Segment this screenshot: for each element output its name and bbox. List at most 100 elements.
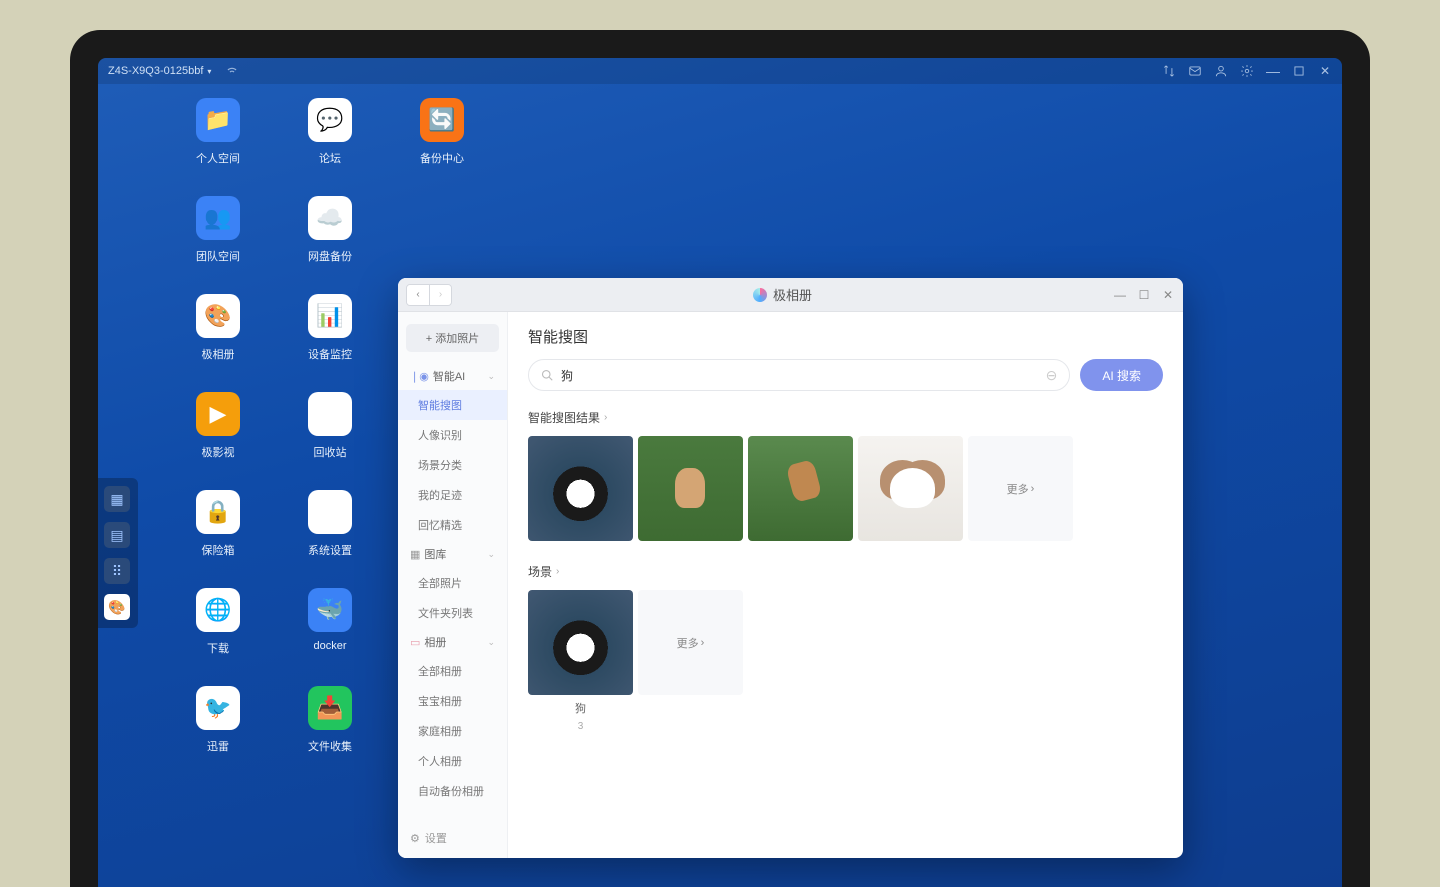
desktop-icon-极相册[interactable]: 🎨 极相册: [188, 294, 248, 362]
desktop-icon-团队空间[interactable]: 👥团队空间: [188, 196, 248, 264]
sidebar-section-albums[interactable]: ▭ 相册 ⌄: [398, 628, 507, 656]
desktop-icon-label: 备份中心: [420, 150, 464, 166]
app-tile-icon: 👥: [196, 196, 240, 240]
more-label: 更多: [677, 635, 699, 651]
result-thumb[interactable]: [638, 436, 743, 541]
desktop-icon-label: 个人空间: [196, 150, 240, 166]
sidebar-section-ai[interactable]: ❘◉ 智能AI ⌄: [398, 362, 507, 390]
desktop-icon-label: 文件收集: [308, 738, 352, 754]
add-photos-button[interactable]: + 添加照片: [406, 324, 499, 352]
win-minimize-button[interactable]: —: [1113, 288, 1127, 302]
desktop-icon-系统设置[interactable]: ⚙系统设置: [300, 490, 360, 558]
more-results-button[interactable]: 更多 ›: [968, 436, 1073, 541]
hostname-label: Z4S-X9Q3-0125bbf: [108, 65, 203, 77]
sidebar-item-folders[interactable]: 文件夹列表: [398, 598, 507, 628]
sidebar-settings-button[interactable]: ⚙ 设置: [398, 818, 507, 858]
scene-header[interactable]: 场景 ›: [528, 563, 1163, 580]
wifi-icon[interactable]: [225, 63, 239, 80]
laptop-frame: Z4S-X9Q3-0125bbf ▾ — ✕ 📁 个人空间 💬论坛 🔄备份中心 👥团队空…: [70, 30, 1370, 887]
sidebar-item-memories[interactable]: 回忆精选: [398, 510, 507, 540]
gear-icon[interactable]: [1240, 64, 1254, 78]
desktop-icon-label: 极相册: [202, 346, 235, 362]
sidebar-item-footprints[interactable]: 我的足迹: [398, 480, 507, 510]
app-tile-icon: ☁️: [308, 196, 352, 240]
ai-icon: ❘◉: [410, 370, 429, 383]
sidebar-section-library-label: 图库: [424, 546, 446, 562]
chevron-right-icon: ›: [701, 637, 705, 649]
search-input[interactable]: [561, 368, 1038, 382]
desktop-icon-个人空间[interactable]: 📁 个人空间: [188, 98, 248, 166]
scene-item[interactable]: 狗 3: [528, 590, 633, 732]
scene-label: 狗: [575, 700, 586, 716]
win-maximize-button[interactable]: ☐: [1137, 288, 1151, 302]
scene-thumb: [528, 590, 633, 695]
desktop-icon-label: 设备监控: [308, 346, 352, 362]
close-icon[interactable]: ✕: [1318, 64, 1332, 78]
system-tray: — ✕: [1162, 64, 1332, 78]
photos-app-window: ‹ › 极相册 — ☐ ✕ + 添加照片 ❘◉ 智能AI ⌄: [398, 278, 1183, 858]
dock-icon-apps[interactable]: ⠿: [104, 558, 130, 584]
result-thumb[interactable]: [858, 436, 963, 541]
results-header[interactable]: 智能搜图结果 ›: [528, 409, 1163, 426]
desktop-icon-迅雷[interactable]: 🐦迅雷: [188, 686, 248, 754]
scene-header-label: 场景: [528, 563, 552, 580]
settings-label: 设置: [425, 830, 447, 846]
desktop-icon-设备监控[interactable]: 📊设备监控: [300, 294, 360, 362]
scene-row: 狗 3 更多 ›: [528, 590, 1163, 732]
hostname-menu[interactable]: Z4S-X9Q3-0125bbf ▾: [108, 65, 211, 77]
maximize-icon[interactable]: [1292, 64, 1306, 78]
desktop-icon-保险箱[interactable]: 🔒保险箱: [188, 490, 248, 558]
desktop-icon-回收站[interactable]: 🗑回收站: [300, 392, 360, 460]
desktop-icon-下载[interactable]: 🌐 下载: [188, 588, 248, 656]
sidebar-section-library[interactable]: ▦ 图库 ⌄: [398, 540, 507, 568]
result-thumb[interactable]: [748, 436, 853, 541]
user-icon[interactable]: [1214, 64, 1228, 78]
app-tile-icon: 🐳: [308, 588, 352, 632]
sidebar-item-smart-search[interactable]: 智能搜图: [398, 390, 507, 420]
desktop-icon-备份中心[interactable]: 🔄备份中心: [412, 98, 472, 166]
sidebar-item-backup-album[interactable]: 自动备份相册: [398, 776, 507, 806]
desktop-icon-网盘备份[interactable]: ☁️ 网盘备份: [300, 196, 360, 264]
desktop-icon-label: 网盘备份: [308, 248, 352, 264]
search-box[interactable]: ⊖: [528, 359, 1070, 391]
app-tile-icon: 🎨: [196, 294, 240, 338]
menubar: Z4S-X9Q3-0125bbf ▾ — ✕: [98, 58, 1342, 84]
mail-icon[interactable]: [1188, 64, 1202, 78]
win-close-button[interactable]: ✕: [1161, 288, 1175, 302]
nav-btns: ‹ ›: [406, 284, 452, 306]
nav-forward-button[interactable]: ›: [429, 285, 451, 305]
sidebar-item-family-album[interactable]: 家庭相册: [398, 716, 507, 746]
minimize-icon[interactable]: —: [1266, 64, 1280, 78]
clear-search-icon[interactable]: ⊖: [1046, 367, 1058, 384]
app-tile-icon: 📁: [196, 98, 240, 142]
nav-back-button[interactable]: ‹: [407, 285, 429, 305]
app-tile-icon: 🌐: [196, 588, 240, 632]
desktop-icon-极影视[interactable]: ▶极影视: [188, 392, 248, 460]
more-scenes-button[interactable]: 更多 ›: [638, 590, 743, 695]
sidebar-item-face-recognition[interactable]: 人像识别: [398, 420, 507, 450]
dock-icon-launcher[interactable]: ▦: [104, 486, 130, 512]
desktop-icon-文件收集[interactable]: 📥 文件收集: [300, 686, 360, 754]
chevron-down-icon: ⌄: [487, 637, 495, 648]
app-tile-icon: 📥: [308, 686, 352, 730]
search-row: ⊖ AI 搜索: [528, 359, 1163, 391]
sidebar-section-albums-label: 相册: [424, 634, 446, 650]
transfer-icon[interactable]: [1162, 64, 1176, 78]
desktop-icon-论坛[interactable]: 💬论坛: [300, 98, 360, 166]
dock-icon-photos[interactable]: 🎨: [104, 594, 130, 620]
desktop-icon-label: 论坛: [319, 150, 341, 166]
sidebar-item-personal-album[interactable]: 个人相册: [398, 746, 507, 776]
sidebar-item-all-photos[interactable]: 全部照片: [398, 568, 507, 598]
ai-search-button[interactable]: AI 搜索: [1080, 359, 1163, 391]
sidebar-item-baby-album[interactable]: 宝宝相册: [398, 686, 507, 716]
dock-icon-grid[interactable]: ▤: [104, 522, 130, 548]
desktop-icon-label: 下载: [207, 640, 229, 656]
window-title: 极相册: [452, 285, 1113, 304]
desktop-icon-label: docker: [313, 640, 346, 652]
desktop-icon-label: 系统设置: [308, 542, 352, 558]
desktop-icon-docker[interactable]: 🐳 docker: [300, 588, 360, 656]
sidebar-item-all-albums[interactable]: 全部相册: [398, 656, 507, 686]
result-thumb[interactable]: [528, 436, 633, 541]
sidebar-item-scene-classify[interactable]: 场景分类: [398, 450, 507, 480]
titlebar: ‹ › 极相册 — ☐ ✕: [398, 278, 1183, 312]
